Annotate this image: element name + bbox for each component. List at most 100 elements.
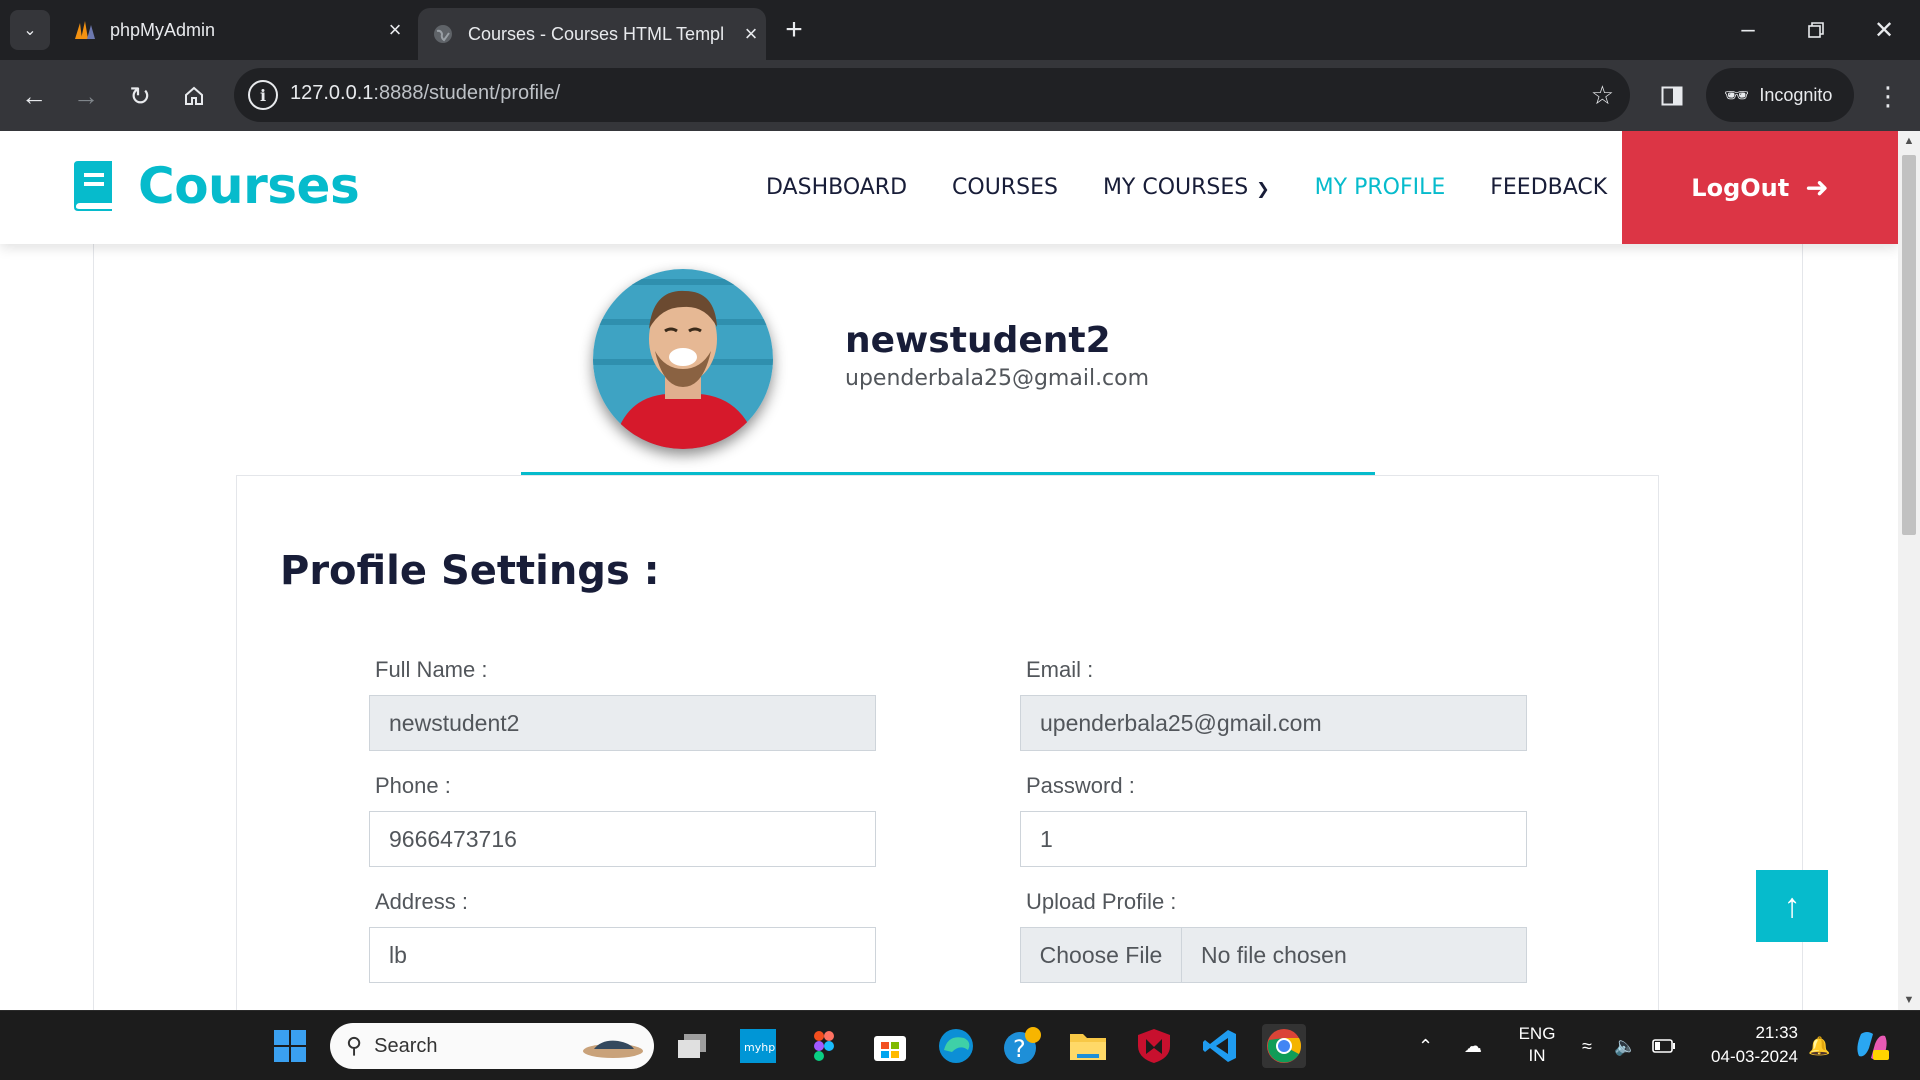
start-button[interactable] <box>268 1024 312 1068</box>
side-panel-button[interactable] <box>1650 74 1694 118</box>
reload-icon: ↻ <box>129 80 151 111</box>
volume-tray[interactable]: 🔈 <box>1614 1011 1636 1080</box>
restore-icon <box>1808 22 1824 38</box>
myhp-app[interactable]: myhp <box>736 1024 780 1068</box>
chevron-down-icon: ❯ <box>1256 179 1270 198</box>
forward-button[interactable]: → <box>64 74 108 118</box>
folder-icon <box>1070 1034 1106 1060</box>
upload-profile-input[interactable]: Choose File No file chosen <box>1020 927 1527 983</box>
scrollbar-thumb[interactable] <box>1902 155 1916 535</box>
task-view-button[interactable] <box>670 1024 714 1068</box>
profile-settings-title: Profile Settings : <box>280 548 660 594</box>
full-name-field[interactable]: newstudent2 <box>369 695 876 751</box>
search-icon: ⚲ <box>346 1033 363 1058</box>
restore-button[interactable] <box>1782 0 1850 60</box>
address-field[interactable]: lb <box>369 927 876 983</box>
chevron-up-icon: ⌃ <box>1418 1035 1434 1056</box>
vscode-app[interactable] <box>1198 1024 1242 1068</box>
logout-button[interactable]: LogOut ➜ <box>1622 131 1898 244</box>
browser-toolbar: ← → ↻ i 127.0.0.1:8888/student/profile/ … <box>0 60 1920 131</box>
password-label: Password : <box>1026 773 1135 798</box>
tab-search-button[interactable]: ⌄ <box>10 10 50 50</box>
reload-button[interactable]: ↻ <box>118 74 162 118</box>
system-clock[interactable]: 21:33 04-03-2024 <box>1698 1021 1798 1069</box>
svg-text:myhp: myhp <box>744 1041 775 1054</box>
browser-menu-button[interactable]: ⋮ <box>1866 74 1910 118</box>
help-app[interactable]: ? <box>1000 1024 1044 1068</box>
back-button[interactable]: ← <box>12 74 56 118</box>
nav-feedback[interactable]: FEEDBACK <box>1490 175 1607 200</box>
email-label: Email : <box>1026 657 1094 682</box>
profile-username: newstudent2 <box>845 320 1111 361</box>
arrow-left-icon: ← <box>21 80 47 111</box>
scroll-down-arrow-icon[interactable]: ▼ <box>1898 990 1920 1010</box>
language-indicator[interactable]: ENG IN <box>1516 1023 1558 1067</box>
new-tab-button[interactable]: + <box>776 12 812 48</box>
nav-dashboard[interactable]: DASHBOARD <box>766 175 907 200</box>
taskbar-search[interactable]: ⚲ Search <box>330 1023 654 1069</box>
tab-courses[interactable]: Courses - Courses HTML Templ × <box>418 8 766 60</box>
microsoft-store-app[interactable] <box>868 1024 912 1068</box>
brand-logo[interactable]: Courses <box>70 157 360 215</box>
close-tab-icon[interactable]: × <box>380 17 410 43</box>
onedrive-tray[interactable]: ☁ <box>1464 1011 1482 1080</box>
incognito-icon: 🕶 <box>1724 84 1750 107</box>
scroll-up-arrow-icon[interactable]: ▲ <box>1898 131 1920 151</box>
edge-icon <box>939 1029 973 1063</box>
avatar <box>593 269 773 449</box>
network-tray[interactable]: ≈ <box>1582 1011 1592 1080</box>
edge-app[interactable] <box>934 1024 978 1068</box>
more-vert-icon: ⋮ <box>1875 80 1901 111</box>
back-to-top-button[interactable]: ↑ <box>1756 870 1828 942</box>
svg-text:?: ? <box>1013 1035 1026 1063</box>
profile-email: upenderbala25@gmail.com <box>845 366 1150 391</box>
clock-time: 21:33 <box>1755 1023 1798 1042</box>
minimize-icon: – <box>1741 16 1755 43</box>
bookmark-star-icon[interactable]: ☆ <box>1591 80 1614 111</box>
email-field[interactable]: upenderbala25@gmail.com <box>1020 695 1527 751</box>
vscode-icon <box>1203 1030 1236 1062</box>
url-text[interactable]: 127.0.0.1:8888/student/profile/ <box>290 82 560 105</box>
arrow-right-icon: ➜ <box>1805 171 1829 204</box>
myhp-icon: myhp <box>740 1029 776 1063</box>
nav-my-courses[interactable]: MY COURSES ❯ <box>1103 175 1270 200</box>
close-tab-icon[interactable]: × <box>736 21 766 47</box>
tab-title: Courses - Courses HTML Templ <box>468 23 725 44</box>
arrow-up-icon: ↑ <box>1783 886 1801 925</box>
mcafee-app[interactable] <box>1132 1024 1176 1068</box>
close-window-button[interactable]: ✕ <box>1850 0 1918 60</box>
speaker-icon: 🔈 <box>1614 1035 1637 1056</box>
figma-icon <box>814 1031 834 1061</box>
choose-file-button[interactable]: Choose File <box>1021 928 1182 982</box>
notification-button[interactable]: 🔔 <box>1808 1011 1830 1080</box>
globe-icon <box>430 21 456 47</box>
tab-phpmyadmin[interactable]: phpMyAdmin × <box>60 10 410 50</box>
figma-app[interactable] <box>802 1024 846 1068</box>
site-navbar: Courses DASHBOARD COURSES MY COURSES ❯ MY… <box>0 131 1898 244</box>
windows-taskbar: ⚲ Search myhp ? ⌃ ☁ ENG IN ≈ 🔈 21:33 04-… <box>0 1010 1920 1080</box>
tab-title: phpMyAdmin <box>110 19 216 40</box>
minimize-button[interactable]: – <box>1714 0 1782 60</box>
copilot-button[interactable] <box>1850 1024 1894 1068</box>
incognito-label: Incognito <box>1759 84 1833 105</box>
home-icon <box>185 86 203 105</box>
nav-courses[interactable]: COURSES <box>952 175 1058 200</box>
battery-tray[interactable] <box>1652 1011 1676 1080</box>
incognito-indicator[interactable]: 🕶 Incognito <box>1706 68 1854 122</box>
phone-label: Phone : <box>375 773 451 798</box>
upload-profile-label: Upload Profile : <box>1026 889 1177 914</box>
region-code: IN <box>1528 1046 1546 1065</box>
nav-my-profile[interactable]: MY PROFILE <box>1315 175 1446 200</box>
tray-overflow-button[interactable]: ⌃ <box>1418 1011 1433 1080</box>
file-explorer-app[interactable] <box>1066 1024 1110 1068</box>
phone-field[interactable]: 9666473716 <box>369 811 876 867</box>
taskbar-search-label: Search <box>374 1034 438 1057</box>
address-bar[interactable]: i 127.0.0.1:8888/student/profile/ ☆ <box>234 68 1630 122</box>
chrome-app[interactable] <box>1262 1024 1306 1068</box>
page-scrollbar[interactable]: ▲ ▼ <box>1898 131 1920 1010</box>
plus-icon: + <box>785 13 803 46</box>
browser-tab-bar: ⌄ phpMyAdmin × Courses - Courses HTML Te… <box>0 0 1920 60</box>
password-field[interactable]: 1 <box>1020 811 1527 867</box>
home-button[interactable] <box>172 74 216 118</box>
site-info-icon[interactable]: i <box>248 80 278 110</box>
